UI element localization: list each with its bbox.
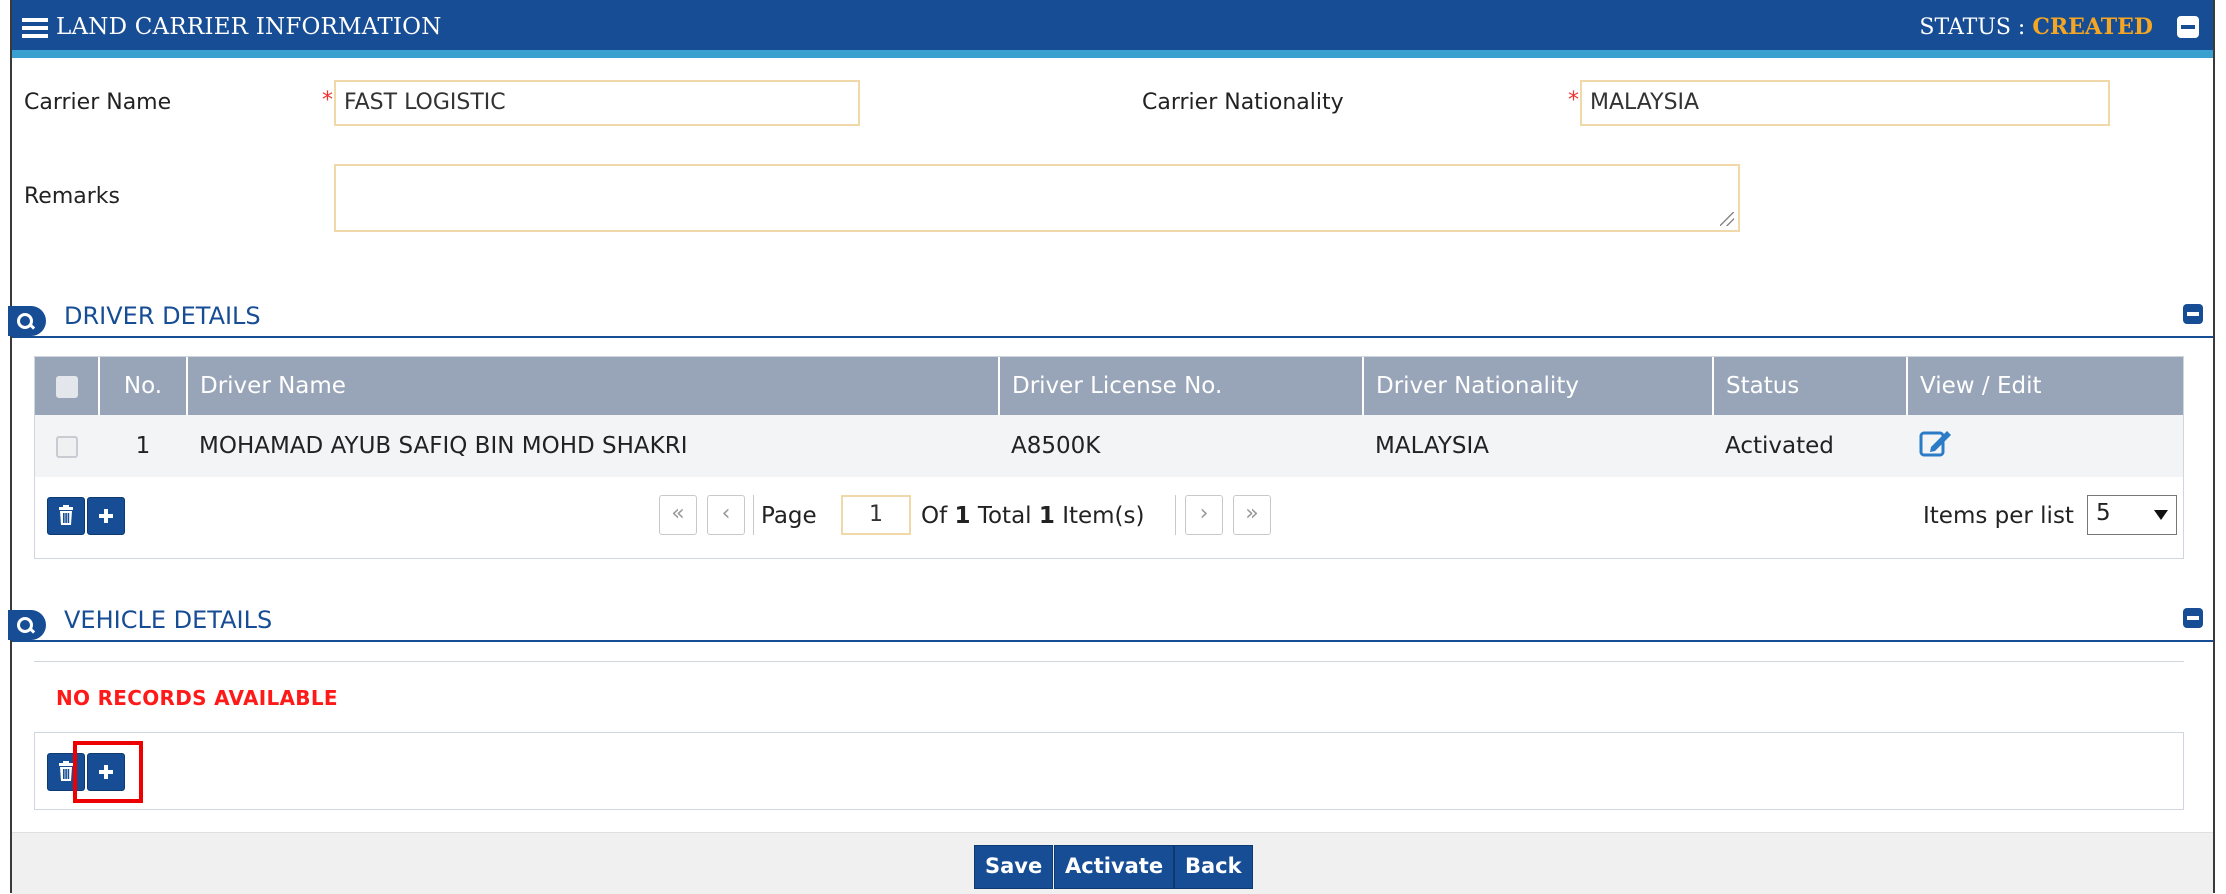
carrier-name-label: Carrier Name xyxy=(24,90,172,115)
column-header-status: Status xyxy=(1713,357,1908,415)
activate-button[interactable]: Activate xyxy=(1054,845,1175,889)
section-divider xyxy=(12,640,2213,642)
row-nationality: MALAYSIA xyxy=(1363,415,1713,477)
remarks-label: Remarks xyxy=(24,184,120,209)
driver-grid: No. Driver Name Driver License No. Drive… xyxy=(34,356,2184,559)
column-header-nationality: Driver Nationality xyxy=(1363,357,1714,415)
row-no: 1 xyxy=(99,415,187,477)
remarks-textarea[interactable] xyxy=(334,164,1740,232)
last-page-button[interactable]: » xyxy=(1233,495,1271,535)
driver-table: No. Driver Name Driver License No. Drive… xyxy=(35,357,2183,477)
vehicle-details-header: VEHICLE DETAILS xyxy=(8,602,2213,642)
column-header-license: Driver License No. xyxy=(999,357,1364,415)
items-per-list-value: 5 xyxy=(2096,500,2111,526)
total-items: 1 xyxy=(1038,503,1055,529)
no-records-message: NO RECORDS AVAILABLE xyxy=(56,686,338,710)
carrier-name-input[interactable]: FAST LOGISTIC xyxy=(334,80,860,126)
resize-grip-icon[interactable] xyxy=(1720,212,1734,226)
collapse-vehicle-section-icon[interactable] xyxy=(2183,608,2203,628)
required-mark: * xyxy=(1568,88,1579,113)
row-license: A8500K xyxy=(999,415,1363,477)
row-checkbox[interactable] xyxy=(56,435,78,458)
land-carrier-panel: LAND CARRIER INFORMATION STATUS : CREATE… xyxy=(8,0,2215,894)
section-divider xyxy=(12,336,2213,338)
back-button[interactable]: Back xyxy=(1174,845,1253,889)
delete-driver-button[interactable] xyxy=(47,497,85,535)
status-label: STATUS : xyxy=(1919,15,2026,40)
trash-icon xyxy=(59,505,73,525)
panel-title: LAND CARRIER INFORMATION xyxy=(56,14,442,40)
search-icon[interactable] xyxy=(8,306,46,336)
column-header-view-edit: View / Edit xyxy=(1907,357,2183,415)
pager-separator xyxy=(1175,495,1176,535)
plus-icon xyxy=(99,509,113,523)
table-row: 1 MOHAMAD AYUB SAFIQ BIN MOHD SHAKRI A85… xyxy=(35,415,2183,477)
driver-details-title: DRIVER DETAILS xyxy=(64,302,261,330)
panel-title-bar: LAND CARRIER INFORMATION STATUS : CREATE… xyxy=(12,0,2213,58)
required-mark: * xyxy=(322,88,333,113)
column-header-no: No. xyxy=(99,357,188,415)
menu-icon xyxy=(22,18,48,38)
vehicle-divider xyxy=(34,661,2184,662)
row-select-cell xyxy=(35,415,99,477)
page-label: Page xyxy=(761,503,817,529)
vehicle-toolbar xyxy=(34,732,2184,810)
form-footer: Save Activate Back xyxy=(12,832,2213,894)
carrier-nationality-label: Carrier Nationality xyxy=(1142,90,1344,115)
collapse-panel-icon[interactable] xyxy=(2177,16,2199,38)
edit-icon[interactable] xyxy=(1919,428,1953,458)
status-indicator: STATUS : CREATED xyxy=(1919,14,2153,40)
collapse-driver-section-icon[interactable] xyxy=(2183,304,2203,324)
prev-page-button[interactable]: ‹ xyxy=(707,495,745,535)
row-driver-name: MOHAMAD AYUB SAFIQ BIN MOHD SHAKRI xyxy=(187,415,999,477)
page-number-input[interactable]: 1 xyxy=(841,495,911,535)
driver-pager: « ‹ Page 1 Of 1 Total 1 Item(s) › » Item… xyxy=(35,479,2183,559)
add-vehicle-highlight xyxy=(73,741,143,803)
add-driver-button[interactable] xyxy=(87,497,125,535)
vehicle-details-title: VEHICLE DETAILS xyxy=(64,606,273,634)
save-button[interactable]: Save xyxy=(974,845,1054,889)
select-all-header xyxy=(35,357,100,415)
driver-table-header-row: No. Driver Name Driver License No. Drive… xyxy=(35,357,2183,415)
row-status: Activated xyxy=(1713,415,1907,477)
select-all-checkbox[interactable] xyxy=(55,375,78,398)
first-page-button[interactable]: « xyxy=(659,495,697,535)
of-label: Of xyxy=(921,503,948,529)
search-icon[interactable] xyxy=(8,610,46,640)
items-per-list-label: Items per list xyxy=(1923,503,2074,529)
title-accent-bar xyxy=(12,50,2213,58)
row-edit-cell xyxy=(1907,415,2183,477)
pager-separator xyxy=(753,495,754,535)
items-label: Item(s) xyxy=(1062,503,1145,529)
carrier-nationality-input[interactable]: MALAYSIA xyxy=(1580,80,2110,126)
dropdown-arrow-icon xyxy=(2154,510,2168,520)
page-summary: Of 1 Total 1 Item(s) xyxy=(921,503,1145,529)
items-per-list-select[interactable]: 5 xyxy=(2087,495,2177,535)
status-value: CREATED xyxy=(2032,14,2153,40)
total-pages: 1 xyxy=(954,503,971,529)
total-label: Total xyxy=(977,503,1032,529)
next-page-button[interactable]: › xyxy=(1185,495,1223,535)
driver-details-header: DRIVER DETAILS xyxy=(8,298,2213,338)
column-header-driver-name: Driver Name xyxy=(187,357,1000,415)
